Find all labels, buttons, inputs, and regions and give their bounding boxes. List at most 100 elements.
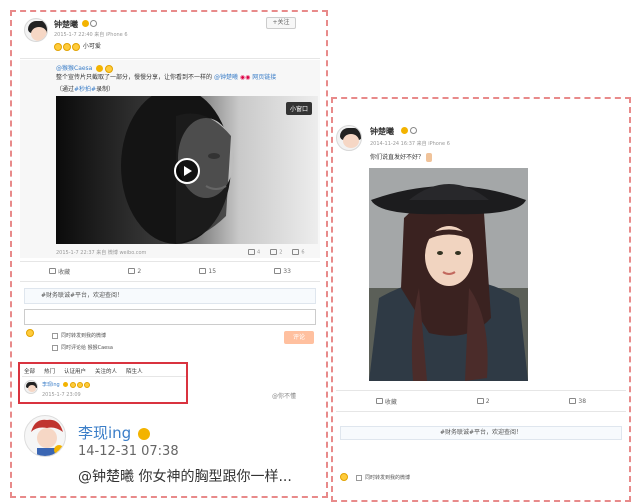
divider — [336, 390, 626, 391]
checkbox-icon — [52, 332, 58, 339]
share-icon — [476, 398, 484, 404]
member-icon — [410, 127, 417, 134]
checkbox-icon — [52, 344, 58, 351]
repost-time: 2015-1-7 22:37 来自 微博 weibo.com — [56, 250, 147, 256]
tab-hot[interactable]: 热门 — [44, 367, 55, 375]
like-icon — [292, 249, 300, 255]
submit-comment-button[interactable]: 评论 — [284, 331, 314, 344]
repost-header: @猴猴Caesa — [56, 63, 114, 73]
web-link[interactable]: 网页链接 — [252, 74, 276, 81]
right-checkbox-repost[interactable]: 同时转发到我的微博 — [356, 474, 410, 481]
repost-handle-link[interactable]: @猴猴Caesa — [56, 65, 92, 72]
checkbox-repost-label: 同时转发到我的微博 — [61, 333, 107, 339]
emoji-picker[interactable] — [26, 329, 35, 337]
left-post-time: 2015-1-7 22:40 来自 iPhone 6 — [54, 32, 128, 38]
right-collect-button[interactable]: 收藏 — [375, 397, 397, 406]
follow-button[interactable]: +关注 — [266, 17, 296, 29]
photo-image — [369, 168, 528, 381]
mention-link[interactable]: @钟楚曦 — [214, 74, 238, 81]
source-prefix: （通过 — [56, 86, 75, 93]
emoji-icon — [76, 381, 83, 388]
comment-input[interactable] — [24, 309, 316, 325]
verified-icon — [63, 382, 69, 387]
like-icon — [274, 268, 282, 274]
right-topic-banner[interactable]: #财务联诚#平台，欢迎查阅！ — [340, 426, 622, 440]
post-photo[interactable] — [369, 168, 528, 381]
right-post-time: 2014-11-24 16:37 来自 iPhone 6 — [370, 141, 450, 147]
left-post-text: 小可爱 — [54, 41, 101, 51]
commenter-line: 李现ing — [42, 381, 91, 388]
comment-icon — [569, 398, 577, 404]
collect-label: 收藏 — [58, 268, 71, 276]
zoom-commenter-name[interactable]: 李现ing — [78, 422, 150, 443]
right-collect-label: 收藏 — [384, 398, 397, 406]
comment-count: 15 — [208, 267, 217, 275]
verified-icon — [137, 427, 150, 440]
repost-comment-count: 2 — [279, 249, 283, 256]
right-repost-button[interactable]: 2 — [476, 397, 490, 405]
zoom-avatar[interactable] — [24, 415, 66, 457]
comment-time: 2015-1-7 23:09 — [42, 392, 81, 398]
tab-following[interactable]: 关注的人 — [95, 367, 117, 375]
tab-strangers[interactable]: 陌生人 — [126, 367, 143, 375]
verified-icon — [96, 65, 104, 72]
commenter-avatar[interactable] — [24, 380, 38, 394]
right-author-name[interactable]: 钟楚曦 — [370, 126, 394, 137]
left-post-text-label: 小可爱 — [82, 43, 101, 50]
repost-comment-stat[interactable]: 2 — [270, 249, 282, 256]
comment-icon — [270, 249, 278, 255]
member-icon — [90, 20, 97, 27]
right-comment-button[interactable]: 38 — [569, 398, 586, 405]
divider — [22, 376, 186, 377]
share-icon — [248, 249, 255, 255]
tab-all[interactable]: 全部 — [24, 367, 35, 375]
repost-text-body: 整个宣传片只截取了一部分，慢慢分享，让你看到不一样的 — [56, 74, 213, 81]
emoji-icon — [72, 42, 80, 51]
emoji-icon — [26, 329, 34, 337]
repost-like-stat[interactable]: 6 — [292, 249, 305, 256]
emoji-icon — [83, 381, 90, 388]
zoom-comment-time: 14-12-31 07:38 — [78, 444, 179, 459]
video-player[interactable]: 小窗口 — [56, 96, 318, 244]
repost-share-stat[interactable]: 4 — [248, 249, 260, 256]
verified-icon — [82, 20, 89, 27]
right-action-bar: 收藏 2 38 — [336, 394, 626, 408]
commenter-name-link[interactable]: 李现ing — [42, 382, 60, 388]
lips-icon: ◉◉ — [239, 74, 251, 81]
like-button[interactable]: 33 — [274, 268, 291, 275]
collect-icon — [375, 398, 383, 404]
right-post-text-label: 你们说直发好不好？ — [370, 154, 425, 161]
repost-like-count: 6 — [301, 249, 305, 256]
right-repost-count: 2 — [485, 397, 490, 405]
topic-banner[interactable]: #财务联诚#平台，欢迎查阅！ — [24, 288, 316, 304]
emoji-icon — [63, 42, 71, 51]
checkbox-repost[interactable]: 同时转发到我的微博 — [52, 332, 106, 339]
tab-verified[interactable]: 认证用户 — [64, 367, 86, 375]
collect-icon — [49, 268, 57, 274]
right-comment-count: 38 — [578, 397, 587, 405]
checkbox-comment[interactable]: 同时评论给 猴猴Caesa — [52, 344, 113, 351]
emoji-icon — [105, 64, 114, 73]
source-tag-link[interactable]: #秒拍# — [74, 86, 96, 93]
divider — [20, 281, 320, 282]
left-author-avatar[interactable] — [24, 18, 48, 42]
right-emoji-picker[interactable] — [340, 473, 349, 481]
repost-text: 整个宣传片只截取了一部分，慢慢分享，让你看到不一样的 @钟楚曦 ◉◉ 网页链接 — [56, 73, 316, 82]
collect-button[interactable]: 收藏 — [49, 267, 70, 276]
right-topic-banner-text: #财务联诚#平台，欢迎查阅！ — [439, 429, 523, 436]
hand-emoji-icon — [425, 153, 432, 162]
share-icon — [128, 268, 136, 274]
verified-icon — [401, 127, 408, 134]
right-checkbox-repost-label: 同时转发到我的微博 — [365, 475, 411, 481]
repost-source: （通过#秒拍#录制） — [56, 84, 114, 93]
left-author-name[interactable]: 钟楚曦 — [54, 19, 78, 30]
right-author-avatar[interactable] — [336, 125, 362, 151]
comment-button[interactable]: 15 — [199, 268, 216, 275]
source-suffix: 录制） — [96, 86, 115, 93]
repost-share-count: 4 — [257, 249, 261, 256]
repost-button[interactable]: 2 — [128, 268, 141, 275]
emoji-icon — [54, 42, 62, 51]
mini-window-button[interactable]: 小窗口 — [285, 102, 312, 115]
repost-count: 2 — [137, 267, 142, 275]
play-button[interactable] — [174, 158, 200, 184]
